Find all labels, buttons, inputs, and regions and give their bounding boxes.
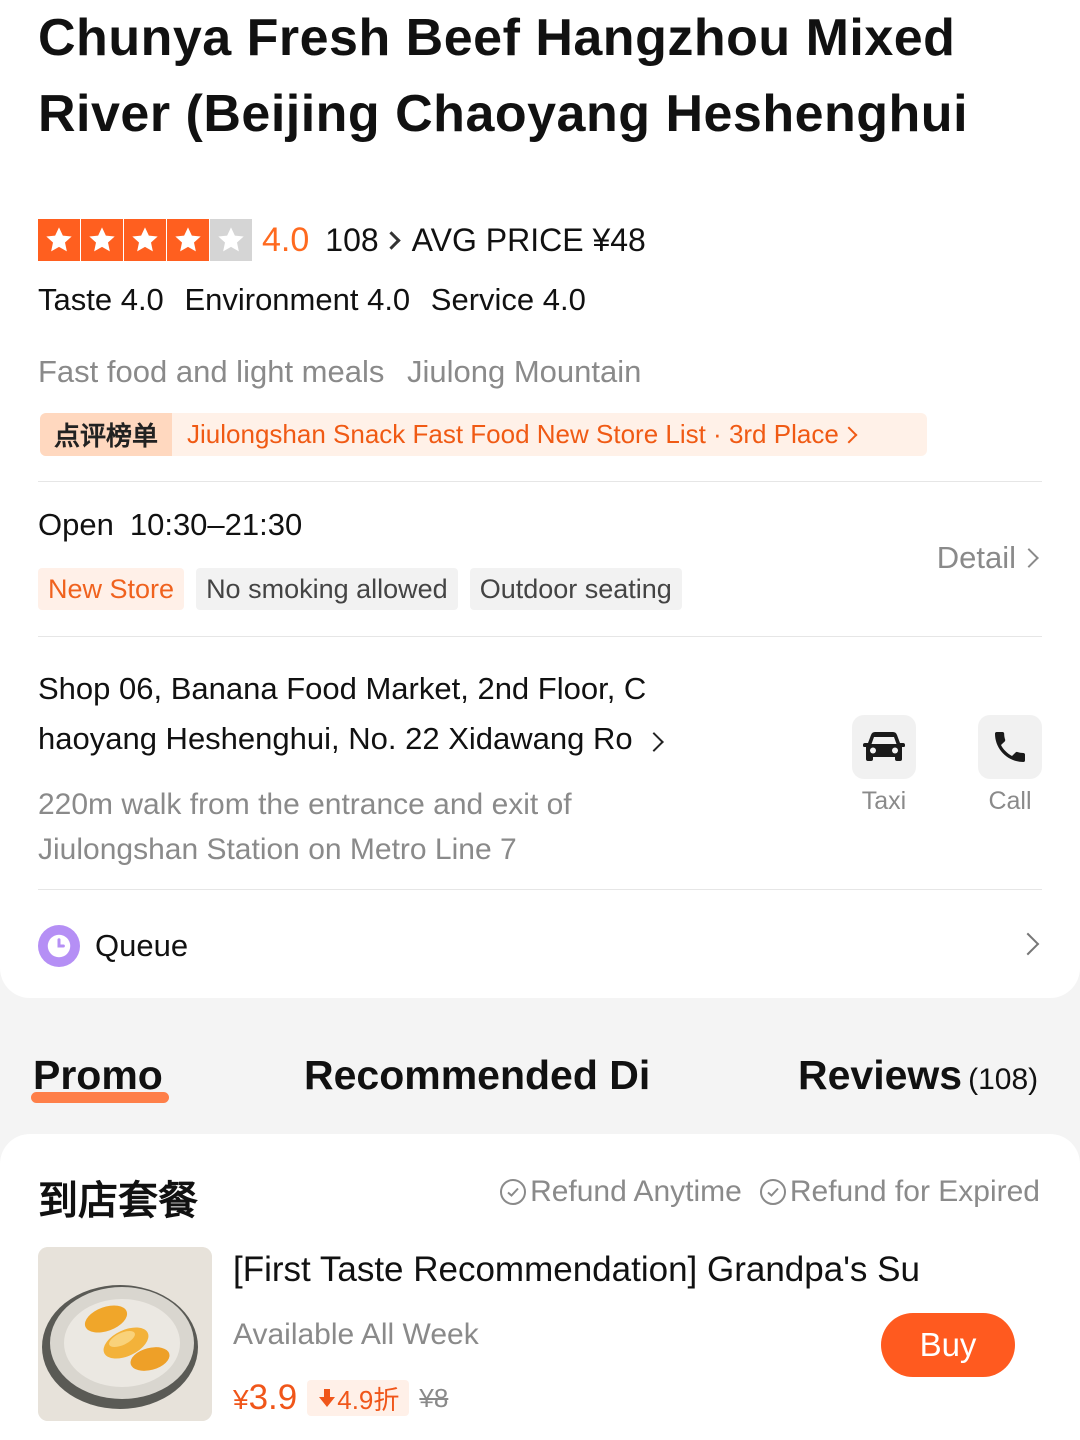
hours-label: Open: [38, 507, 114, 542]
deal-price: ¥3.9: [233, 1378, 297, 1418]
ranking-tag: 点评榜单: [40, 413, 173, 456]
check-circle-icon: [759, 1179, 786, 1205]
address-link[interactable]: Shop 06, Banana Food Market, 2nd Floor, …: [38, 664, 738, 764]
ranking-banner[interactable]: 点评榜单 Jiulongshan Snack Fast Food New Sto…: [40, 413, 927, 456]
tag-outdoor-seating: Outdoor seating: [469, 568, 682, 610]
tag-new-store: New Store: [38, 568, 185, 610]
address-line2: haoyang Heshenghui, No. 22 Xidawang Ro: [38, 714, 738, 764]
divider: [38, 889, 1042, 890]
refund-anytime: Refund Anytime: [500, 1175, 742, 1209]
rating-score: 4.0: [262, 220, 310, 259]
sub-scores: Taste 4.0 Environment 4.0 Service 4.0: [38, 282, 598, 318]
taste-score: Taste 4.0: [38, 282, 164, 317]
call-button[interactable]: Call: [977, 715, 1043, 816]
currency-symbol: ¥: [233, 1384, 249, 1415]
chevron-right-icon: [840, 426, 858, 443]
metro-line2: Jiulongshan Station on Metro Line 7: [38, 833, 517, 866]
category-line: Fast food and light meals Jiulong Mounta…: [38, 354, 655, 390]
deal-title[interactable]: [First Taste Recommendation] Grandpa's S…: [233, 1250, 1033, 1290]
detail-label: Detail: [936, 540, 1016, 575]
avg-price: AVG PRICE ¥48: [411, 221, 646, 258]
deal-price-row: ¥3.9 4.9折 ¥8: [233, 1378, 448, 1418]
refund-expired: Refund for Expired: [759, 1175, 1040, 1209]
shop-title: Chunya Fresh Beef Hangzhou Mixed River (…: [38, 0, 1048, 152]
tab-reviews-count: (108): [968, 1063, 1039, 1096]
star-icon: [81, 219, 123, 261]
queue-label: Queue: [95, 928, 189, 963]
ranking-text: Jiulongshan Snack Fast Food New Store Li…: [187, 419, 839, 449]
down-arrow-icon: [319, 1389, 336, 1407]
deal-availability: Available All Week: [233, 1318, 479, 1351]
buy-button[interactable]: Buy: [881, 1313, 1015, 1377]
section-tabs: Promo Recommended Di Reviews (108): [0, 1052, 1080, 1112]
clock-icon: [38, 925, 80, 967]
detail-link[interactable]: Detail: [936, 540, 1039, 576]
shop-title-line2: River (Beijing Chaoyang Heshenghui: [38, 85, 969, 143]
service-score: Service 4.0: [430, 282, 586, 317]
original-price: ¥8: [419, 1382, 449, 1413]
divider: [38, 481, 1042, 482]
phone-icon: [978, 715, 1042, 779]
star-rating: [38, 219, 252, 261]
star-icon: [124, 219, 166, 261]
metro-line1: 220m walk from the entrance and exit of: [38, 788, 572, 821]
tab-reviews-label: Reviews: [798, 1052, 963, 1098]
deals-header: 到店套餐: [38, 1179, 198, 1223]
call-label: Call: [988, 787, 1032, 815]
refund-expired-label: Refund for Expired: [789, 1175, 1040, 1208]
check-circle-icon: [500, 1179, 527, 1205]
category-type: Fast food and light meals: [38, 354, 385, 389]
address-line2-text: haoyang Heshenghui, No. 22 Xidawang Ro: [38, 721, 633, 756]
metro-directions: 220m walk from the entrance and exit of …: [38, 782, 572, 872]
address-line1: Shop 06, Banana Food Market, 2nd Floor, …: [38, 671, 647, 706]
tag-no-smoking: No smoking allowed: [196, 568, 458, 610]
tab-recommended[interactable]: Recommended Di: [304, 1052, 664, 1099]
star-icon: [38, 219, 80, 261]
chevron-right-icon: [381, 230, 401, 250]
chevron-right-icon: [643, 732, 664, 752]
deal-image[interactable]: [38, 1247, 212, 1421]
taxi-button[interactable]: Taxi: [851, 715, 917, 816]
refund-policies: Refund Anytime Refund for Expired: [500, 1175, 1040, 1209]
car-icon: [852, 715, 916, 779]
star-empty-icon: [210, 219, 252, 261]
taxi-label: Taxi: [861, 787, 907, 815]
divider: [38, 636, 1042, 637]
tab-reviews[interactable]: Reviews (108): [798, 1052, 1038, 1099]
feature-tags: New Store No smoking allowed Outdoor sea…: [38, 568, 682, 610]
opening-hours: Open 10:30–21:30: [38, 507, 318, 543]
environment-score: Environment 4.0: [184, 282, 411, 317]
star-icon: [167, 219, 209, 261]
category-area: Jiulong Mountain: [406, 354, 642, 389]
refund-anytime-label: Refund Anytime: [530, 1175, 742, 1208]
review-count[interactable]: 108: [325, 222, 378, 259]
hours-value: 10:30–21:30: [129, 507, 303, 542]
shop-title-line1: Chunya Fresh Beef Hangzhou Mixed: [38, 9, 956, 67]
queue-row[interactable]: Queue: [38, 925, 188, 967]
active-tab-indicator: [31, 1092, 169, 1103]
rating-row[interactable]: 4.0 108 AVG PRICE ¥48: [38, 218, 646, 262]
chevron-right-icon: [1019, 548, 1039, 568]
deal-price-value: 3.9: [248, 1378, 298, 1417]
discount-text: 4.9折: [337, 1384, 400, 1415]
discount-badge: 4.9折: [307, 1380, 410, 1416]
